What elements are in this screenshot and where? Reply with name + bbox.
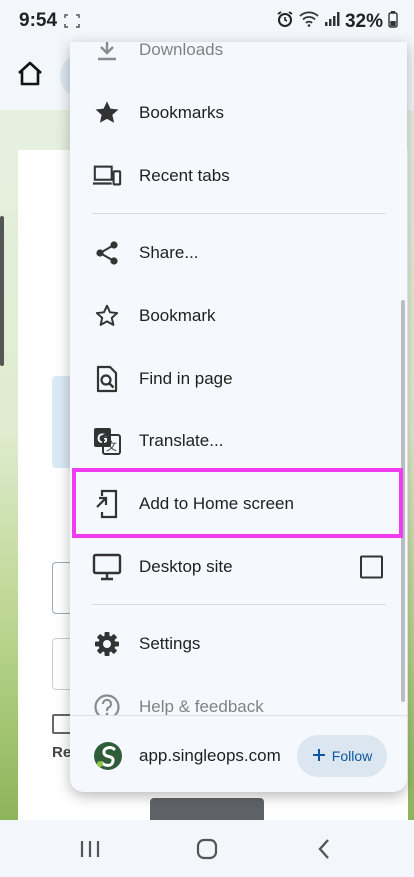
home-nav-icon	[196, 838, 218, 859]
menu-item-label: Recent tabs	[139, 166, 230, 185]
find-in-page-icon	[92, 364, 122, 394]
download-icon	[92, 42, 122, 65]
menu-item-find-in-page[interactable]: Find in page	[70, 348, 407, 410]
devices-icon	[92, 161, 122, 191]
translate-icon: G文	[92, 426, 122, 456]
follow-button[interactable]: Follow	[297, 735, 387, 777]
menu-item-label: Share...	[139, 243, 199, 262]
share-icon	[92, 238, 122, 268]
plus-icon	[312, 748, 326, 765]
system-nav-bar	[0, 820, 414, 877]
follow-label: Follow	[331, 748, 373, 764]
home-button[interactable]	[14, 58, 46, 90]
status-time: 9:54	[19, 10, 58, 31]
menu-item-settings[interactable]: Settings	[70, 613, 407, 675]
menu-item-bookmark[interactable]: Bookmark	[70, 285, 407, 347]
menu-item-label: Downloads	[139, 42, 224, 59]
site-logo-icon	[92, 740, 124, 772]
page-checkbox[interactable]	[52, 714, 72, 734]
star-filled-icon	[92, 98, 122, 128]
back-icon	[318, 838, 329, 859]
menu-item-share[interactable]: Share...	[70, 222, 407, 284]
menu-item-desktop-site[interactable]: Desktop site	[70, 536, 407, 598]
menu-divider	[92, 604, 386, 605]
battery-icon	[388, 10, 398, 33]
svg-text:文: 文	[106, 439, 117, 453]
menu-divider	[92, 213, 386, 214]
menu-item-translate[interactable]: G文 Translate...	[70, 410, 407, 472]
page-edge-handle	[0, 216, 4, 366]
menu-item-label: Find in page	[139, 369, 233, 388]
menu-footer: app.singleops.com Follow	[70, 715, 407, 792]
desktop-site-checkbox[interactable]	[360, 555, 383, 579]
page-text-fragment: Re	[52, 744, 72, 761]
menu-item-label: Translate...	[139, 431, 224, 450]
desktop-icon	[92, 552, 122, 582]
site-name: app.singleops.com	[139, 746, 281, 765]
recent-apps-icon	[80, 840, 100, 857]
star-outline-icon	[92, 301, 122, 331]
screenshot-indicator-icon	[64, 14, 80, 31]
wifi-icon	[299, 11, 319, 32]
recent-apps-button[interactable]	[60, 820, 120, 877]
alarm-icon	[276, 10, 294, 33]
back-button[interactable]	[294, 820, 354, 877]
menu-item-downloads[interactable]: Downloads	[70, 42, 407, 80]
menu-item-bookmarks[interactable]: Bookmarks	[70, 82, 407, 144]
page-dark-button[interactable]	[150, 798, 264, 820]
signal-icon	[324, 11, 340, 32]
overflow-menu: Downloads Bookmarks Recent tabs Share...…	[70, 42, 407, 792]
status-bar: 9:54 32%	[0, 0, 414, 42]
menu-item-label: Bookmarks	[139, 103, 225, 122]
home-nav-button[interactable]	[177, 820, 237, 877]
highlight-box	[72, 468, 403, 538]
gear-icon	[92, 629, 122, 659]
menu-item-label: Desktop site	[139, 557, 233, 576]
battery-level: 32%	[344, 10, 383, 32]
menu-item-label: Settings	[139, 634, 201, 653]
menu-item-recent-tabs[interactable]: Recent tabs	[70, 145, 407, 207]
home-icon	[18, 61, 42, 86]
menu-item-label: Bookmark	[139, 306, 216, 325]
menu-item-label: Help & feedback	[139, 697, 264, 716]
